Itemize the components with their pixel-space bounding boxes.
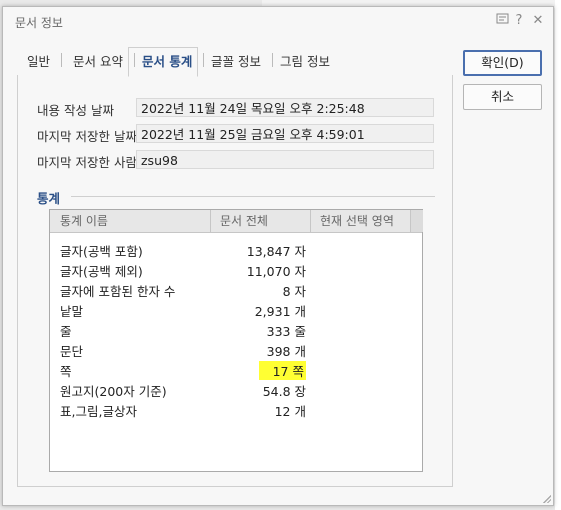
stat-name: 글자(공백 포함) (60, 244, 143, 259)
table-row[interactable]: 표,그림,글상자 12 개 (50, 399, 310, 419)
stat-name: 글자에 포함된 한자 수 (60, 284, 176, 299)
table-row[interactable]: 원고지(200자 기준) 54.8 장 (50, 379, 310, 399)
stat-name: 줄 (60, 324, 72, 339)
stat-name: 글자(공백 제외) (60, 264, 143, 279)
ok-button[interactable]: 확인(D) (463, 50, 542, 76)
stat-total: 12 개 (274, 404, 306, 419)
table-row[interactable]: 글자(공백 포함) 13,847 자 (50, 239, 310, 259)
cancel-button[interactable]: 취소 (463, 84, 542, 110)
stat-name: 쪽 (60, 364, 72, 379)
table-row[interactable]: 쪽 17 쪽 (50, 359, 310, 380)
list-header: 통계 이름 문서 전체 현재 선택 영역 (50, 210, 423, 233)
tab-separator (203, 53, 204, 67)
last-saved-by-label: 마지막 저장한 사람 (37, 155, 137, 170)
section-divider (71, 196, 435, 197)
table-row[interactable]: 글자에 포함된 한자 수 8 자 (50, 279, 310, 299)
statistics-section-title: 통계 (37, 191, 61, 206)
table-row[interactable]: 낱말 2,931 개 (50, 299, 310, 319)
stat-name: 원고지(200자 기준) (60, 384, 167, 399)
stat-name: 낱말 (60, 304, 84, 319)
table-row[interactable]: 글자(공백 제외) 11,070 자 (50, 259, 310, 279)
stat-total: 333 줄 (266, 324, 306, 339)
stat-total: 2,931 개 (254, 304, 306, 319)
created-date-field: 2022년 11월 24일 목요일 오후 2:25:48 (136, 98, 434, 117)
tab-image-info[interactable]: 그림 정보 (280, 51, 330, 70)
table-row[interactable]: 문단 398 개 (50, 339, 310, 359)
tab-separator (61, 53, 62, 67)
dialog-title: 문서 정보 (15, 16, 63, 30)
tab-separator (272, 53, 273, 67)
background-document (555, 0, 561, 510)
table-row[interactable]: 줄 333 줄 (50, 319, 310, 339)
column-header-selection[interactable]: 현재 선택 영역 (310, 210, 410, 232)
stat-total: 8 자 (282, 284, 306, 299)
stat-total: 11,070 자 (246, 264, 306, 279)
title-bar: 문서 정보 ? ✕ (3, 7, 553, 35)
help-panel-icon[interactable] (495, 13, 509, 29)
last-saved-date-field: 2022년 11월 25일 금요일 오후 4:59:01 (136, 124, 434, 143)
document-info-dialog: 문서 정보 ? ✕ 일반 문서 요약 문서 통계 글꼴 정보 그림 정보 내용 … (2, 6, 554, 506)
stat-total: 54.8 장 (262, 384, 306, 399)
tab-statistics[interactable]: 문서 통계 (142, 51, 192, 70)
close-icon[interactable]: ✕ (531, 13, 545, 28)
column-header-total[interactable]: 문서 전체 (210, 210, 310, 232)
statistics-list[interactable]: 통계 이름 문서 전체 현재 선택 영역 글자(공백 포함) 13,847 자 … (49, 209, 423, 472)
tab-separator (134, 53, 135, 67)
stat-total-highlighted: 17 쪽 (258, 361, 306, 380)
created-date-label: 내용 작성 날짜 (37, 103, 114, 118)
stat-name: 문단 (60, 344, 84, 359)
tab-general[interactable]: 일반 (27, 51, 50, 70)
tab-summary[interactable]: 문서 요약 (73, 51, 123, 70)
question-icon[interactable]: ? (512, 13, 526, 28)
column-header-name[interactable]: 통계 이름 (50, 210, 210, 232)
last-saved-date-label: 마지막 저장한 날짜 (37, 129, 137, 144)
header-scroll-filler (410, 210, 423, 232)
stat-total: 13,847 자 (246, 244, 306, 259)
tab-font-info[interactable]: 글꼴 정보 (211, 51, 261, 70)
stat-total: 398 개 (266, 344, 306, 359)
last-saved-by-field: zsu98 (136, 150, 434, 169)
stat-name: 표,그림,글상자 (60, 404, 137, 419)
resize-grip-icon[interactable] (541, 493, 551, 503)
